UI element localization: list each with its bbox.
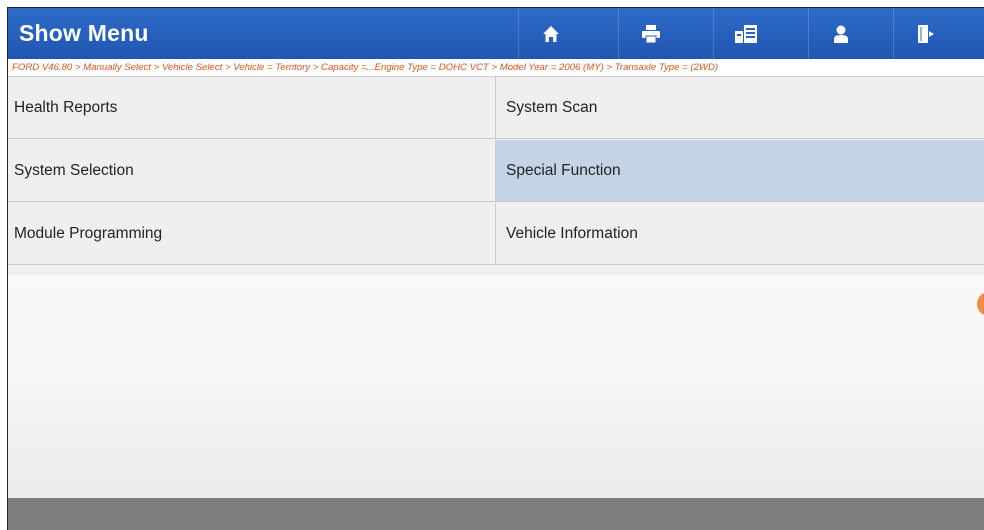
menu-item-label: Module Programming [14, 224, 163, 242]
home-icon [542, 25, 560, 43]
print-icon [641, 24, 661, 43]
report-button[interactable] [713, 8, 778, 59]
page-title: Show Menu [19, 20, 149, 46]
print-button[interactable] [618, 8, 683, 59]
breadcrumb-bar: FORD V46.80 > Manually Select > Vehicle … [8, 59, 984, 77]
menu-item-label: Health Reports [14, 98, 118, 116]
menu-item-health-reports[interactable]: Health Reports [8, 77, 496, 139]
content-area [8, 276, 984, 498]
menu-item-system-selection[interactable]: System Selection [8, 140, 496, 202]
menu-item-vehicle-information[interactable]: Vehicle Information [496, 203, 984, 265]
breadcrumb: FORD V46.80 > Manually Select > Vehicle … [12, 62, 719, 73]
menu-item-label: Special Function [506, 161, 621, 179]
function-menu: Health Reports System Scan System Select… [8, 77, 984, 275]
report-icon [735, 24, 757, 43]
user-icon [833, 25, 849, 43]
user-button[interactable] [808, 8, 873, 59]
title-bar: Show Menu [8, 8, 984, 59]
menu-item-system-scan[interactable]: System Scan [496, 77, 984, 139]
exit-button[interactable] [893, 8, 958, 59]
bottom-bar [8, 498, 984, 530]
menu-item-label: System Selection [14, 161, 134, 179]
menu-item-module-programming[interactable]: Module Programming [8, 203, 496, 265]
menu-item-label: Vehicle Information [506, 224, 638, 242]
exit-icon [918, 24, 934, 43]
menu-item-label: System Scan [506, 98, 598, 116]
app-window: Show Menu FORD V46.80 > Manually Select … [7, 7, 984, 530]
menu-item-special-function[interactable]: Special Function [496, 140, 984, 202]
home-button[interactable] [518, 8, 583, 59]
